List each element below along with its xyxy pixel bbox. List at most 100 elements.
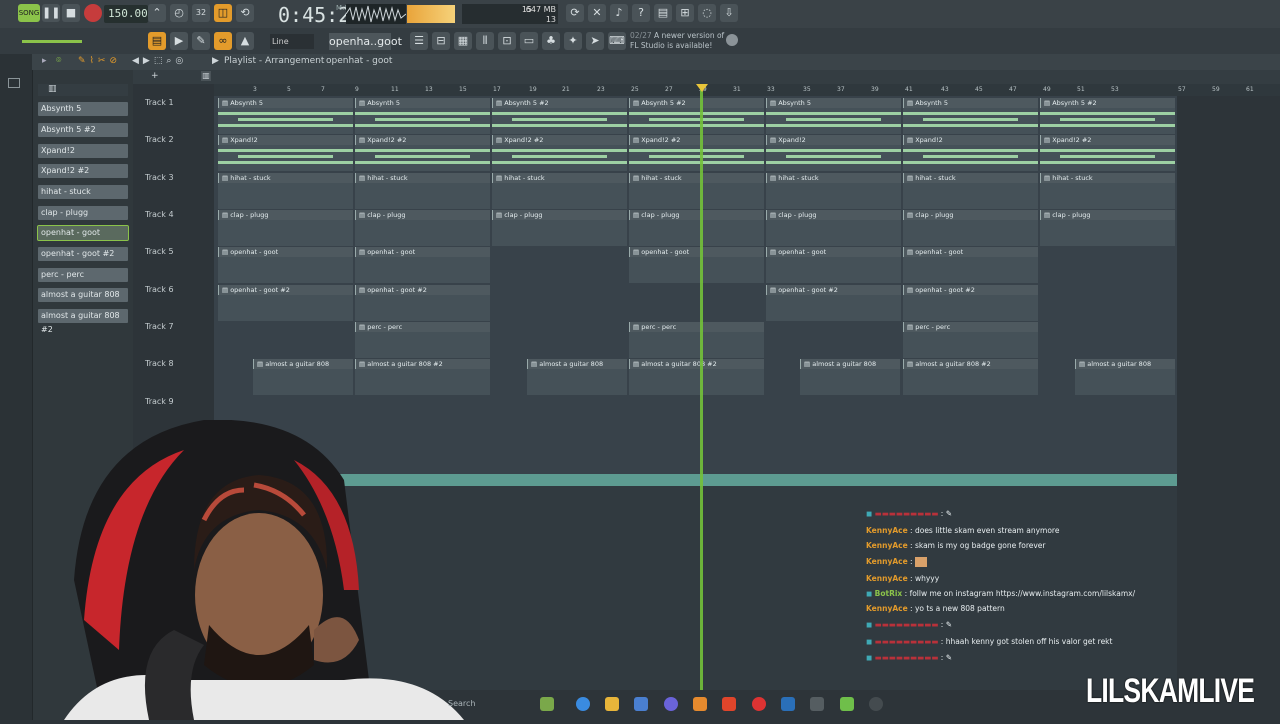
track-header[interactable]: Track 1 <box>145 98 174 107</box>
clip-body[interactable] <box>492 183 627 209</box>
playlist-clip[interactable]: ▤ openhat - goot #2 <box>355 285 490 295</box>
next-icon[interactable]: ▶ <box>170 32 188 50</box>
pattern-item[interactable]: almost a guitar 808 #2 <box>38 309 128 334</box>
pattern-item[interactable]: perc - perc <box>38 268 128 282</box>
clip-body[interactable] <box>218 295 353 321</box>
playlist-clip[interactable]: ▤ Absynth 5 <box>355 98 490 108</box>
clip-body[interactable] <box>629 257 764 283</box>
countdown-icon[interactable]: 32 <box>192 4 210 22</box>
clip-body[interactable] <box>629 183 764 209</box>
wait-icon[interactable]: ◴ <box>170 4 188 22</box>
playlist-clip[interactable]: ▤ Absynth 5 <box>903 98 1038 108</box>
clip-body[interactable] <box>253 369 353 395</box>
step-edit-icon[interactable]: ◫ <box>214 4 232 22</box>
clip-body[interactable] <box>492 220 627 246</box>
view-icons[interactable]: ◀▶⬚⌕◎ <box>132 56 187 66</box>
playlist-clip[interactable]: ▤ Absynth 5 <box>766 98 901 108</box>
app-icon-2[interactable] <box>840 697 854 711</box>
playlist-clip[interactable]: ▤ almost a guitar 808 #2 <box>355 359 490 369</box>
playlist-clip[interactable]: ▤ almost a guitar 808 <box>253 359 353 369</box>
app-icon[interactable] <box>810 697 824 711</box>
mixer-view-icon[interactable]: ⫴ <box>476 32 494 50</box>
clip-body[interactable] <box>629 369 764 395</box>
clip-body[interactable] <box>355 369 490 395</box>
tool-icons[interactable]: ✎⌇✂⊘ <box>78 56 121 66</box>
microphone-icon[interactable]: ♪ <box>610 4 628 22</box>
playlist-clip[interactable]: ▤ Absynth 5 #2 <box>629 98 764 108</box>
save-icon[interactable]: ▤ <box>654 4 672 22</box>
steam-icon[interactable] <box>781 697 795 711</box>
brave-icon[interactable] <box>722 697 736 711</box>
clip-body[interactable] <box>903 332 1038 358</box>
snap-select[interactable]: Line <box>270 34 314 49</box>
file-explorer-icon[interactable] <box>605 697 619 711</box>
track-header[interactable]: Track 2 <box>145 135 174 144</box>
pattern-select[interactable]: openha..goot <box>329 33 402 50</box>
touch-icon[interactable]: ➤ <box>586 32 604 50</box>
playlist-clip[interactable]: ▤ openhat - goot #2 <box>903 285 1038 295</box>
track-header[interactable]: Track 9 <box>145 397 174 406</box>
clip-body[interactable] <box>903 295 1038 321</box>
playlist-clip[interactable]: ▤ hihat - stuck <box>355 173 490 183</box>
browser-icon[interactable]: ▭ <box>520 32 538 50</box>
playlist-clip[interactable]: ▤ openhat - goot #2 <box>766 285 901 295</box>
stop-button[interactable]: ■ <box>62 4 80 22</box>
pattern-item[interactable]: hihat - stuck <box>38 185 128 199</box>
clip-body[interactable] <box>355 295 490 321</box>
clip-body[interactable] <box>800 369 900 395</box>
playhead-marker-icon[interactable] <box>696 84 708 92</box>
playlist-clip[interactable]: ▤ almost a guitar 808 <box>1075 359 1175 369</box>
discord-icon[interactable] <box>664 697 678 711</box>
taskbar-search[interactable]: Search <box>448 699 475 708</box>
record-button[interactable] <box>84 4 102 22</box>
magnet-icon[interactable]: ⌾ <box>56 56 61 66</box>
playlist-clip[interactable]: ▤ perc - perc <box>903 322 1038 332</box>
playlist-clip[interactable]: ▤ hihat - stuck <box>1040 173 1175 183</box>
link-icon[interactable]: ∞ <box>214 32 232 50</box>
add-icon[interactable]: + <box>151 71 159 81</box>
store-icon[interactable] <box>634 697 648 711</box>
arrow-icon[interactable]: ▸ <box>42 56 47 66</box>
clip-body[interactable] <box>903 257 1038 283</box>
track-header[interactable]: Track 6 <box>145 285 174 294</box>
clip-body[interactable] <box>766 257 901 283</box>
playlist-clip[interactable]: ▤ Xpand!2 #2 <box>629 135 764 145</box>
keyboard-icon[interactable]: ⌨ <box>608 32 626 50</box>
playlist-clip[interactable]: ▤ clap - plugg <box>1040 210 1175 220</box>
playlist-clip[interactable]: ▤ hihat - stuck <box>766 173 901 183</box>
next-pattern-icon[interactable]: ▶ <box>212 56 219 66</box>
clip-body[interactable] <box>629 220 764 246</box>
playlist-clip[interactable]: ▤ clap - plugg <box>492 210 627 220</box>
clip-body[interactable] <box>218 183 353 209</box>
clip-body[interactable] <box>355 332 490 358</box>
obs-icon[interactable] <box>752 697 766 711</box>
playlist-clip[interactable]: ▤ clap - plugg <box>355 210 490 220</box>
playlist-clip[interactable]: ▤ Xpand!2 #2 <box>355 135 490 145</box>
pattern-item-selected[interactable]: openhat - goot <box>37 225 129 241</box>
help-icon[interactable]: ? <box>632 4 650 22</box>
playlist-clip[interactable]: ▤ Xpand!2 <box>218 135 353 145</box>
clip-body[interactable] <box>355 220 490 246</box>
clip-body[interactable] <box>903 220 1038 246</box>
clip-body[interactable] <box>1075 369 1175 395</box>
cut-icon[interactable]: ✕ <box>588 4 606 22</box>
mixer-icon[interactable]: ⊞ <box>676 4 694 22</box>
playlist-clip[interactable]: ▤ openhat - goot <box>218 247 353 257</box>
plugin-icon[interactable]: ⊡ <box>498 32 516 50</box>
fl-studio-icon[interactable] <box>693 697 707 711</box>
playlist-clip[interactable]: ▤ Absynth 5 <box>218 98 353 108</box>
stamp-icon[interactable]: ▲ <box>236 32 254 50</box>
copilot-icon[interactable] <box>576 697 590 711</box>
metronome-icon[interactable]: ⌃ <box>148 4 166 22</box>
playlist-clip[interactable]: ▤ openhat - goot <box>629 247 764 257</box>
clip-body[interactable] <box>903 369 1038 395</box>
refresh-icon[interactable]: ⟳ <box>566 4 584 22</box>
playlist-clip[interactable]: ▤ almost a guitar 808 #2 <box>629 359 764 369</box>
playlist-clip[interactable]: ▤ Xpand!2 #2 <box>1040 135 1175 145</box>
playlist-clip[interactable]: ▤ perc - perc <box>355 322 490 332</box>
playlist-clip[interactable]: ▤ clap - plugg <box>218 210 353 220</box>
playlist-clip[interactable]: ▤ clap - plugg <box>629 210 764 220</box>
pattern-list-icon[interactable]: ▦ <box>454 32 472 50</box>
track-header[interactable]: Track 8 <box>145 359 174 368</box>
track-header[interactable]: Track 5 <box>145 247 174 256</box>
